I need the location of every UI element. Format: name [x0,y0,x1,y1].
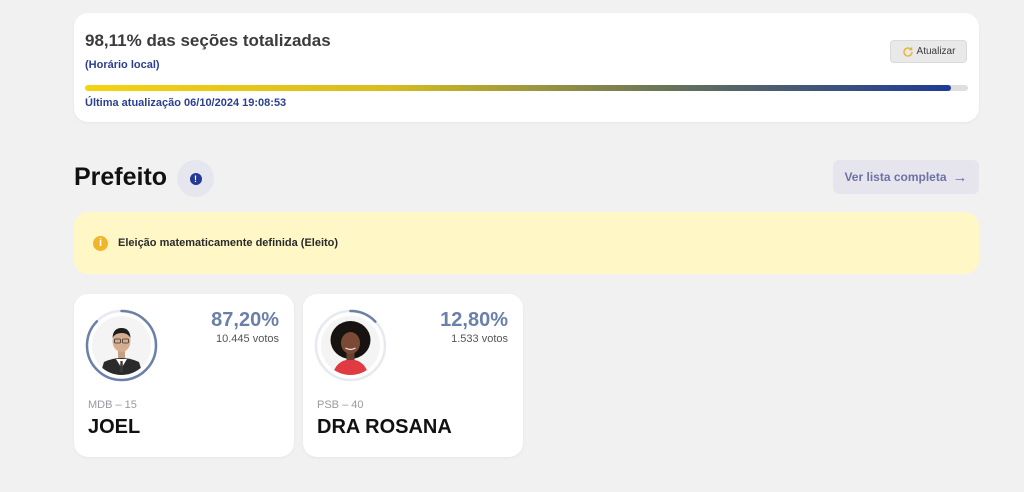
candidate-party: PSB – 40 [317,399,364,411]
election-status-notice: i Eleição matematicamente definida (Elei… [74,212,979,274]
candidate-percent: 87,20% [211,309,279,331]
candidate-name: DRA ROSANA [317,416,452,438]
refresh-icon [902,46,913,57]
totalization-progress-bar [85,85,968,91]
candidate-percent: 12,80% [440,309,508,331]
refresh-label: Atualizar [916,46,956,57]
progress-fill [85,85,952,91]
info-warning-icon: i [93,235,108,251]
totalization-card: 98,11% das seções totalizadas (Horário l… [74,13,979,122]
candidate-card[interactable]: 87,20% 10.445 votos MDB – 15 JOEL [74,294,294,457]
candidate-votes: 1.533 votos [451,333,508,345]
office-title: Prefeito [74,163,168,191]
candidate-photo [321,316,380,375]
candidate-votes: 10.445 votos [216,333,279,345]
full-list-label: Ver lista completa [844,170,947,184]
last-update-text: Última atualização 06/10/2024 19:08:53 [85,97,287,109]
notice-message: Eleição matematicamente definida (Eleito… [118,237,339,249]
refresh-button[interactable]: Atualizar [890,40,967,63]
candidate-photo [92,316,151,375]
full-list-button[interactable]: Ver lista completa → [833,160,979,194]
office-info-button[interactable]: ! [177,160,214,197]
candidate-card[interactable]: 12,80% 1.533 votos PSB – 40 DRA ROSANA [303,294,523,457]
arrow-right-icon: → [952,168,968,186]
local-time-label: (Horário local) [85,59,160,71]
totalization-percent: 98,11% das seções totalizadas [85,31,331,50]
candidate-party: MDB – 15 [88,399,137,411]
info-icon: ! [189,172,202,185]
candidate-name: JOEL [88,416,141,438]
